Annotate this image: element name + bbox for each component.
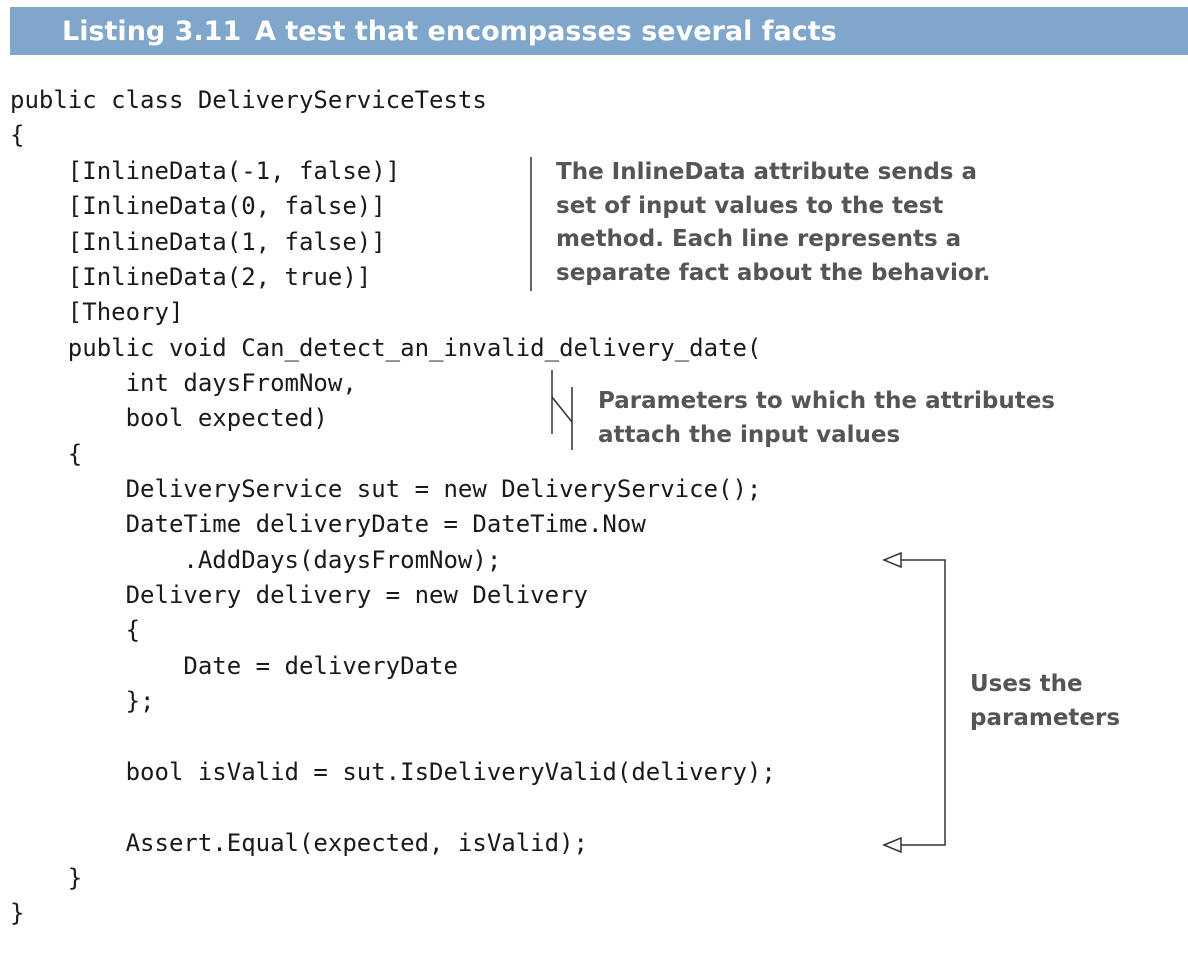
arrow-head-icon [882, 551, 902, 569]
callout-connectors [530, 157, 946, 854]
parameters-bracket-diagonal [551, 396, 573, 423]
uses-parameters-connector [901, 559, 946, 846]
arrow-head-icon [882, 836, 902, 854]
